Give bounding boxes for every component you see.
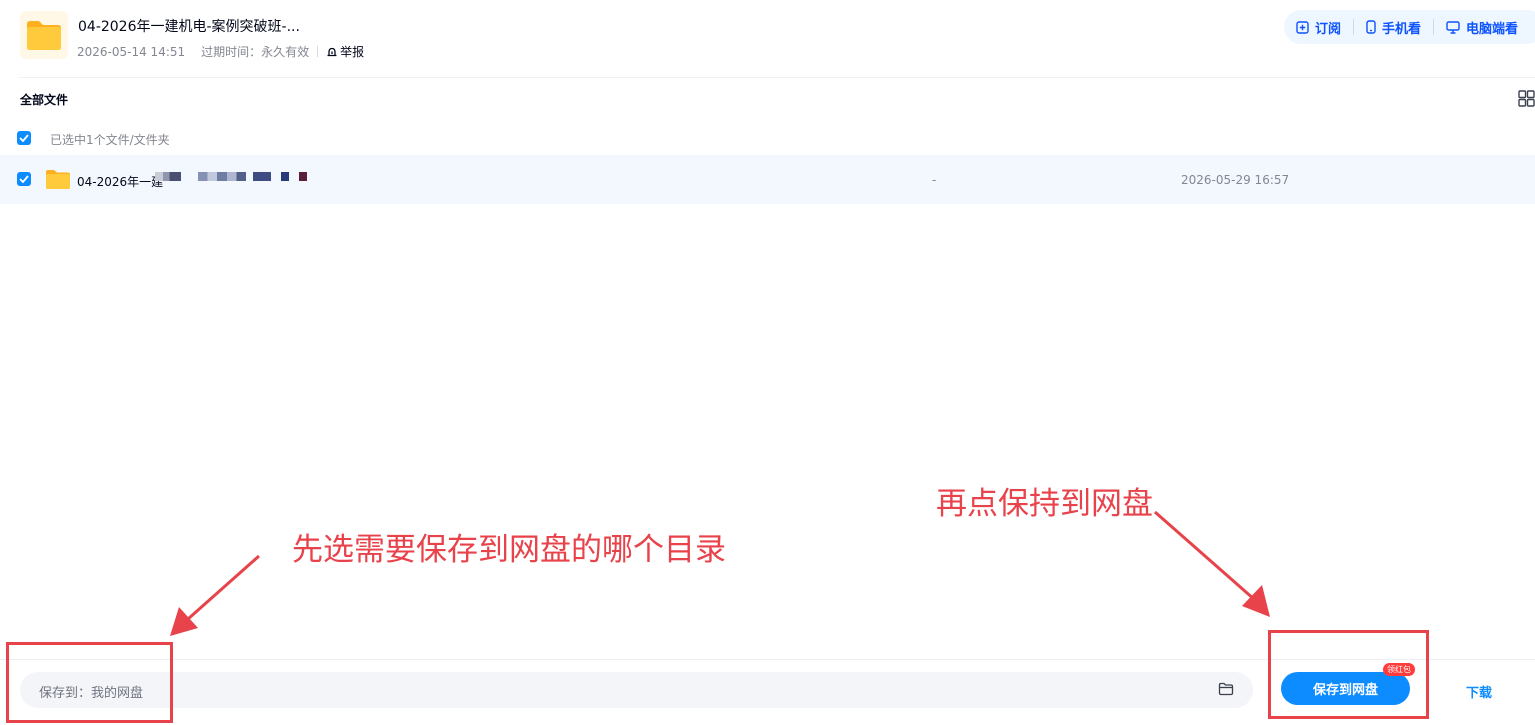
arrow-to-save-path	[170, 554, 260, 636]
expire-info: 过期时间：永久有效	[201, 45, 310, 59]
folder-thumbnail	[20, 11, 68, 59]
redacted-mosaic	[253, 172, 271, 181]
folder-icon	[27, 21, 61, 50]
desktop-view-button[interactable]: 电脑端看	[1446, 18, 1518, 37]
arrow-to-save-button	[1154, 510, 1270, 617]
folder-icon	[46, 170, 70, 189]
header-divider	[18, 77, 1535, 78]
report-icon	[327, 47, 337, 56]
annotation-arrows	[170, 510, 1270, 636]
monitor-icon	[1446, 20, 1460, 34]
redacted-mosaic	[198, 172, 246, 181]
share-meta: 2026-05-14 14:51 过期时间：永久有效 举报	[77, 43, 364, 60]
annotation-step2-text: 再点保持到网盘	[936, 486, 1153, 522]
subscribe-button[interactable]: 订阅	[1296, 18, 1341, 37]
grid-view-icon[interactable]	[1518, 90, 1535, 107]
check-icon	[19, 175, 29, 183]
annotation-box-save-path	[6, 642, 173, 723]
report-label: 举报	[340, 45, 365, 59]
redacted-mosaic	[281, 172, 289, 181]
mobile-view-label: 手机看	[1382, 21, 1422, 37]
file-date: 2026-05-29 16:57	[1181, 173, 1290, 187]
subscribe-icon	[1296, 20, 1309, 34]
file-name[interactable]: 04-2026年一建	[77, 173, 163, 190]
row-checkbox[interactable]	[17, 172, 31, 186]
share-header: 04-2026年一建机电-案例突破班-... 2026-05-14 14:51 …	[0, 0, 1535, 78]
toolbar-divider	[1433, 19, 1435, 35]
check-icon	[19, 134, 29, 142]
share-title: 04-2026年一建机电-案例突破班-...	[78, 19, 300, 35]
redacted-mosaic	[155, 172, 181, 181]
share-date: 2026-05-14 14:51	[77, 44, 186, 59]
save-path-selector[interactable]: 保存到：我的网盘	[20, 672, 1253, 708]
desktop-view-label: 电脑端看	[1466, 21, 1519, 37]
annotation-box-save-button	[1268, 630, 1429, 719]
annotation-step1-text: 先选需要保存到网盘的哪个目录	[292, 532, 726, 568]
meta-divider	[317, 46, 319, 57]
file-size: -	[932, 173, 937, 187]
select-all-checkbox[interactable]	[17, 131, 31, 145]
redacted-mosaic	[299, 172, 307, 181]
view-toolbar: 订阅 手机看 电脑端看	[1284, 10, 1535, 44]
mobile-view-button[interactable]: 手机看	[1366, 18, 1421, 37]
download-button[interactable]: 下载	[1466, 682, 1492, 701]
selection-count: 已选中1个文件/文件夹	[50, 133, 170, 147]
folder-open-icon[interactable]	[1218, 682, 1234, 696]
report-link[interactable]: 举报	[326, 43, 364, 60]
toolbar-divider	[1353, 19, 1355, 35]
subscribe-label: 订阅	[1315, 21, 1342, 37]
phone-icon	[1366, 20, 1376, 34]
breadcrumb[interactable]: 全部文件	[20, 91, 68, 108]
